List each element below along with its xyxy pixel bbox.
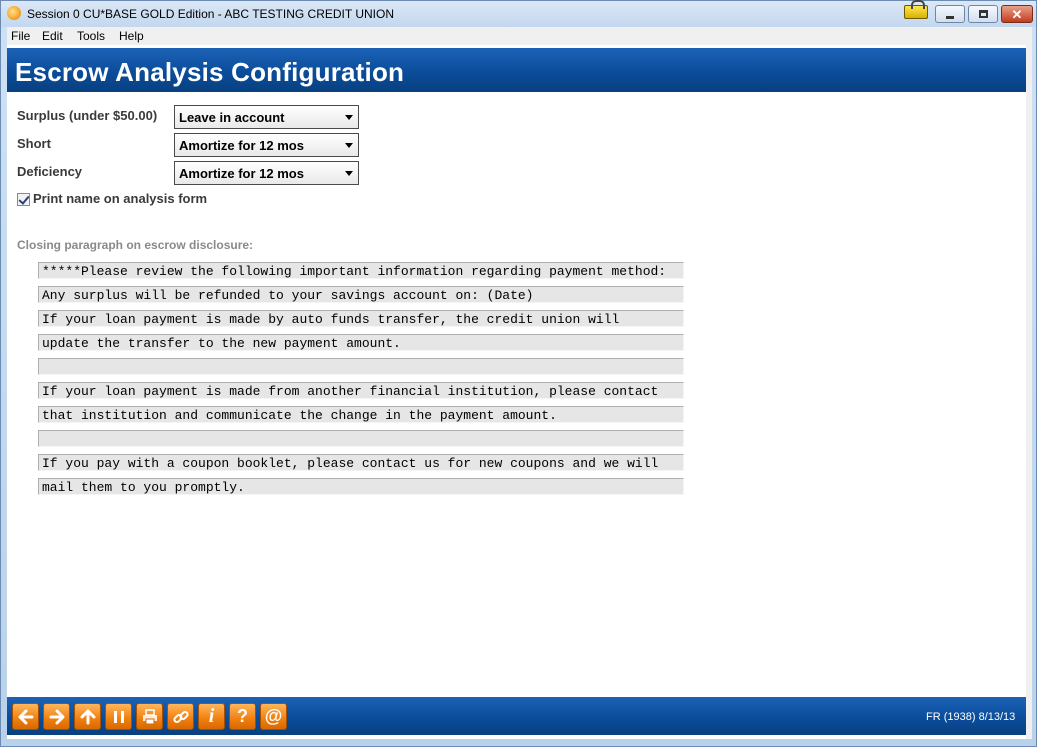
print-button[interactable] — [136, 703, 163, 730]
close-icon: ✕ — [1011, 6, 1023, 22]
closing-line-field[interactable] — [38, 430, 684, 447]
closing-line-text: mail them to you promptly. — [42, 480, 245, 495]
help-button[interactable]: ? — [229, 703, 256, 730]
closing-line-field[interactable]: If your loan payment is made from anothe… — [38, 382, 684, 399]
closing-line-field[interactable] — [38, 358, 684, 375]
menu-help[interactable]: Help — [119, 29, 144, 43]
title-bar: Session 0 CU*BASE GOLD Edition - ABC TES… — [1, 0, 1036, 27]
deficiency-select[interactable]: Amortize for 12 mos — [174, 161, 359, 185]
closing-line-field[interactable]: mail them to you promptly. — [38, 478, 684, 495]
pause-icon — [113, 710, 124, 723]
back-button[interactable] — [12, 703, 39, 730]
closing-line-field[interactable]: If your loan payment is made by auto fun… — [38, 310, 684, 327]
minimize-icon — [946, 15, 954, 19]
app-window: Session 0 CU*BASE GOLD Edition - ABC TES… — [0, 0, 1037, 747]
surplus-select[interactable]: Leave in account — [174, 105, 359, 129]
closing-line-text: update the transfer to the new payment a… — [42, 336, 401, 351]
short-select[interactable]: Amortize for 12 mos — [174, 133, 359, 157]
closing-line-text: If your loan payment is made from anothe… — [42, 384, 659, 399]
deficiency-label: Deficiency — [17, 164, 83, 179]
closing-line-text: *****Please review the following importa… — [42, 264, 667, 279]
up-button[interactable] — [74, 703, 101, 730]
print-name-label[interactable]: Print name on analysis form — [33, 191, 207, 206]
page-header: Escrow Analysis Configuration — [7, 48, 1026, 92]
window-title: Session 0 CU*BASE GOLD Edition - ABC TES… — [27, 7, 394, 21]
forward-arrow-icon — [49, 709, 64, 724]
menu-bar: File Edit Tools Help — [7, 27, 1032, 45]
closing-line-field[interactable]: that institution and communicate the cha… — [38, 406, 684, 423]
closing-line-text: If your loan payment is made by auto fun… — [42, 312, 620, 327]
status-text: FR (1938) 8/13/13 — [926, 711, 1016, 723]
content-area: Escrow Analysis Configuration Surplus (u… — [7, 45, 1032, 739]
closing-paragraph-label: Closing paragraph on escrow disclosure: — [17, 238, 254, 252]
help-icon: ? — [237, 706, 248, 726]
close-button[interactable]: ✕ — [1001, 5, 1033, 23]
app-logo-icon — [7, 6, 21, 20]
right-edge — [1026, 45, 1032, 739]
menu-edit[interactable]: Edit — [42, 29, 63, 43]
lock-icon[interactable] — [904, 0, 928, 19]
closing-line-field[interactable]: update the transfer to the new payment a… — [38, 334, 684, 351]
print-icon — [142, 708, 157, 724]
chevron-down-icon — [345, 143, 353, 148]
maximize-button[interactable] — [968, 5, 998, 23]
deficiency-select-value: Amortize for 12 mos — [179, 166, 304, 181]
short-select-value: Amortize for 12 mos — [179, 138, 304, 153]
link-icon — [172, 710, 189, 723]
surplus-label: Surplus (under $50.00) — [17, 108, 158, 123]
chevron-down-icon — [345, 171, 353, 176]
short-label: Short — [17, 136, 51, 151]
minimize-button[interactable] — [935, 5, 965, 23]
info-icon: i — [208, 705, 215, 727]
closing-line-text: that institution and communicate the cha… — [42, 408, 557, 423]
closing-line-field[interactable]: If you pay with a coupon booklet, please… — [38, 454, 684, 471]
email-icon: @ — [264, 706, 283, 726]
closing-line-field[interactable]: *****Please review the following importa… — [38, 262, 684, 279]
menu-file[interactable]: File — [11, 29, 30, 43]
closing-line-field[interactable]: Any surplus will be refunded to your sav… — [38, 286, 684, 303]
print-name-checkbox[interactable] — [17, 193, 30, 206]
back-arrow-icon — [18, 709, 33, 724]
pause-button[interactable] — [105, 703, 132, 730]
bottom-toolbar: i ? @ FR (1938) 8/13/13 — [7, 697, 1026, 735]
email-button[interactable]: @ — [260, 703, 287, 730]
surplus-select-value: Leave in account — [179, 110, 285, 125]
menu-tools[interactable]: Tools — [77, 29, 105, 43]
link-button[interactable] — [167, 703, 194, 730]
page-title: Escrow Analysis Configuration — [15, 57, 405, 87]
maximize-icon — [978, 10, 988, 18]
closing-line-text: Any surplus will be refunded to your sav… — [42, 288, 534, 303]
closing-line-text: If you pay with a coupon booklet, please… — [42, 456, 659, 471]
chevron-down-icon — [345, 115, 353, 120]
up-arrow-icon — [80, 709, 95, 724]
info-button[interactable]: i — [198, 703, 225, 730]
forward-button[interactable] — [43, 703, 70, 730]
